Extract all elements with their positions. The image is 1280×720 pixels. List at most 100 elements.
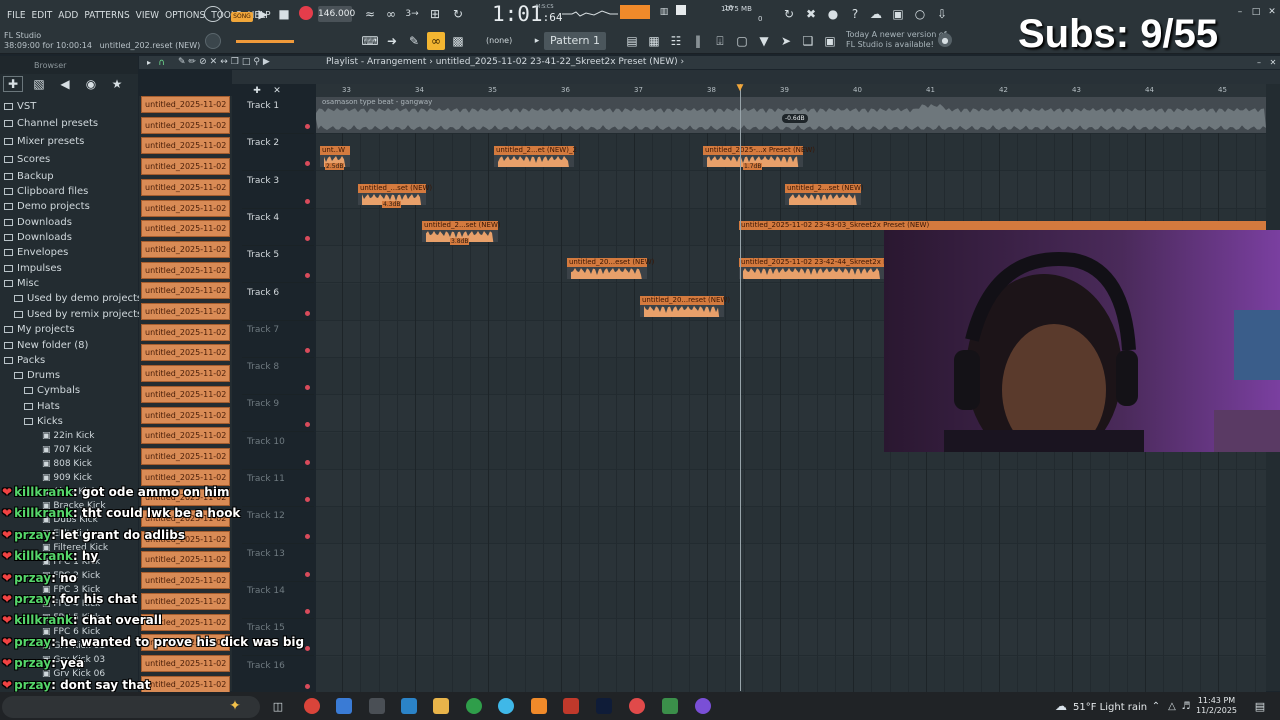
clip-source-item[interactable]: untitled_2025-11-02 23- xyxy=(141,406,230,424)
browser-folder[interactable]: VST xyxy=(4,101,36,112)
menu-view[interactable]: VIEW xyxy=(133,10,162,21)
piano-roll-icon[interactable]: ☷ xyxy=(668,33,684,49)
track-record-dot[interactable] xyxy=(305,497,310,502)
track-record-dot[interactable] xyxy=(305,422,310,428)
track-header[interactable]: Track 3 xyxy=(242,172,314,209)
browser-folder[interactable]: Used by remix projects xyxy=(14,309,142,320)
timeline-ruler[interactable] xyxy=(316,84,1266,97)
browser-file-icon[interactable]: ▧ xyxy=(29,76,49,92)
playback-tool-icon[interactable]: ▶ xyxy=(263,57,270,68)
window-minimize-icon[interactable]: – xyxy=(1234,6,1246,18)
audio-clip[interactable]: untitled_...set (NEW) 4.3dB xyxy=(358,183,432,208)
track-record-dot[interactable] xyxy=(305,273,310,279)
track-record-dot[interactable] xyxy=(305,198,310,204)
song-mode-badge[interactable]: SONG xyxy=(231,12,253,22)
cloud-icon[interactable]: ☁ xyxy=(868,6,884,22)
discord-taskbar-icon[interactable] xyxy=(695,698,711,714)
help-icon[interactable]: ? xyxy=(847,6,863,22)
audio-clip[interactable]: untitled_20...reset (NEW) xyxy=(640,295,730,317)
clip-source-item[interactable]: untitled_2025-11-02 23- xyxy=(141,303,230,320)
wait-input-icon[interactable]: ∞ xyxy=(383,6,399,22)
clip-source-item[interactable]: untitled_2025-11-02 23- xyxy=(141,468,230,486)
browser-sample[interactable]: ▣ 22in Kick xyxy=(42,431,94,441)
volume-icon[interactable]: ♬ xyxy=(1180,698,1192,714)
app-taskbar-icon-2[interactable] xyxy=(401,698,417,714)
playlist-close-icon[interactable]: ✕ xyxy=(1268,57,1278,67)
pattern-arrow-icon[interactable]: ▸ xyxy=(532,33,542,49)
browser-folder[interactable]: Backup xyxy=(4,171,54,182)
pattern-selector[interactable]: Pattern 1 xyxy=(544,32,606,50)
track-record-dot[interactable] xyxy=(305,571,310,577)
tempo-tap-icon[interactable]: ➤ xyxy=(778,33,794,49)
browser-folder[interactable]: Mixer presets xyxy=(4,136,84,147)
playlist-overview[interactable] xyxy=(232,70,1280,84)
playlist-menu-icon[interactable]: ▸ xyxy=(144,57,154,68)
task-view-icon[interactable]: ◫ xyxy=(270,698,286,714)
browser-menu-icon[interactable]: ✚ xyxy=(3,76,23,92)
clip-source-item[interactable]: untitled_2025-11-02 23- xyxy=(141,282,230,300)
xbox-taskbar-icon[interactable] xyxy=(466,698,482,714)
app-taskbar-icon-4[interactable] xyxy=(563,698,579,714)
photoshop-taskbar-icon[interactable] xyxy=(596,698,612,714)
track-add-icon[interactable]: ✚ xyxy=(252,86,262,96)
news-refresh-icon[interactable]: ● xyxy=(938,33,952,47)
mute-icon[interactable]: ❑ xyxy=(800,33,816,49)
mute-tool-icon[interactable]: ✕ xyxy=(210,57,218,68)
track-record-dot[interactable] xyxy=(305,646,310,652)
track-record-dot[interactable] xyxy=(305,534,310,540)
browser-sample[interactable]: ▣ 909 Kick xyxy=(42,473,92,483)
chrome-taskbar-icon[interactable] xyxy=(304,698,320,714)
stamp-icon[interactable]: ▩ xyxy=(450,33,466,49)
news-panel[interactable]: Today A newer version of FL Studio is av… xyxy=(846,30,947,50)
tools-icon[interactable]: ✖ xyxy=(803,6,819,22)
weather-text[interactable]: 51°F Light rain xyxy=(1073,702,1147,713)
browser-star-icon[interactable]: ★ xyxy=(107,76,127,92)
draw-tool-icon[interactable]: ✎ xyxy=(178,57,186,68)
snap-select[interactable]: (none) xyxy=(486,36,512,45)
playlist-icon[interactable]: ▤ xyxy=(624,33,640,49)
pencil-icon[interactable]: ✎ xyxy=(406,33,422,49)
clip-source-item[interactable]: untitled_2025-11-02 23- xyxy=(141,158,230,176)
browser-tree-icon[interactable]: ⍗ xyxy=(712,33,728,49)
track-header[interactable]: Track 7 xyxy=(242,321,314,358)
audio-clip[interactable]: untitled_2...set (NEW) xyxy=(785,183,864,205)
track-header[interactable]: Track 6 xyxy=(242,284,314,321)
sync-icon[interactable]: ↻ xyxy=(781,6,797,22)
browser-folder[interactable]: Scores xyxy=(4,154,50,165)
chat-icon[interactable]: ○ xyxy=(912,6,928,22)
track-header[interactable]: Track 9 xyxy=(242,395,314,433)
track-record-dot[interactable] xyxy=(305,310,310,316)
app-taskbar-icon-6[interactable] xyxy=(662,698,678,714)
audio-clip[interactable]: untitled_2025-...x Preset (NEW) 1.7dB xyxy=(703,146,815,171)
explorer-taskbar-icon[interactable] xyxy=(433,698,449,714)
menu-options[interactable]: OPTIONS xyxy=(162,10,208,21)
slip-tool-icon[interactable]: ↔ xyxy=(220,57,228,68)
tray-chevron-icon[interactable]: ⌃ xyxy=(1150,698,1162,714)
tempo-display[interactable]: 146.000 xyxy=(318,6,355,22)
clip-source-item[interactable]: untitled_2025-11-02 23- xyxy=(141,344,230,362)
browser-sample[interactable]: ▣ 707 Kick xyxy=(42,445,92,455)
browser-folder[interactable]: New folder (8) xyxy=(4,340,88,351)
clip-source-item[interactable]: untitled_2025-11-02 23- xyxy=(141,447,230,465)
save-icon[interactable]: ▣ xyxy=(890,6,906,22)
record-button[interactable] xyxy=(299,6,313,20)
slice-tool-icon[interactable]: ❒ xyxy=(231,57,239,68)
playlist-minimize-icon[interactable]: – xyxy=(1254,57,1264,67)
clip-source-item[interactable]: untitled_2025-11-02 23- xyxy=(141,199,230,217)
link-icon[interactable]: ∞ xyxy=(427,32,445,50)
track-record-dot[interactable] xyxy=(305,235,310,241)
browser-folder[interactable]: Drums xyxy=(14,370,60,381)
cart-icon[interactable]: ▣ xyxy=(822,33,838,49)
master-pitch-slider[interactable] xyxy=(236,40,294,43)
plugin-icon[interactable]: ▼ xyxy=(756,33,772,49)
browser-folder[interactable]: Used by demo projects xyxy=(14,293,142,304)
browser-folder[interactable]: Kicks xyxy=(24,416,63,427)
copilot-star-icon[interactable]: ✦ xyxy=(224,697,246,715)
track-header[interactable]: Track 5 xyxy=(242,246,314,284)
browser-web-icon[interactable]: ◉ xyxy=(81,76,101,92)
clip-source-item[interactable]: untitled_2025-11-02 23- xyxy=(141,116,230,134)
mixer-icon[interactable]: ‖ xyxy=(690,33,706,49)
clip-source-item[interactable]: untitled_2025-11-02 23- xyxy=(141,261,230,279)
loop-record-icon[interactable]: ↻ xyxy=(450,6,466,22)
clip-source-item[interactable]: untitled_2025-11-02 23- xyxy=(141,96,230,113)
